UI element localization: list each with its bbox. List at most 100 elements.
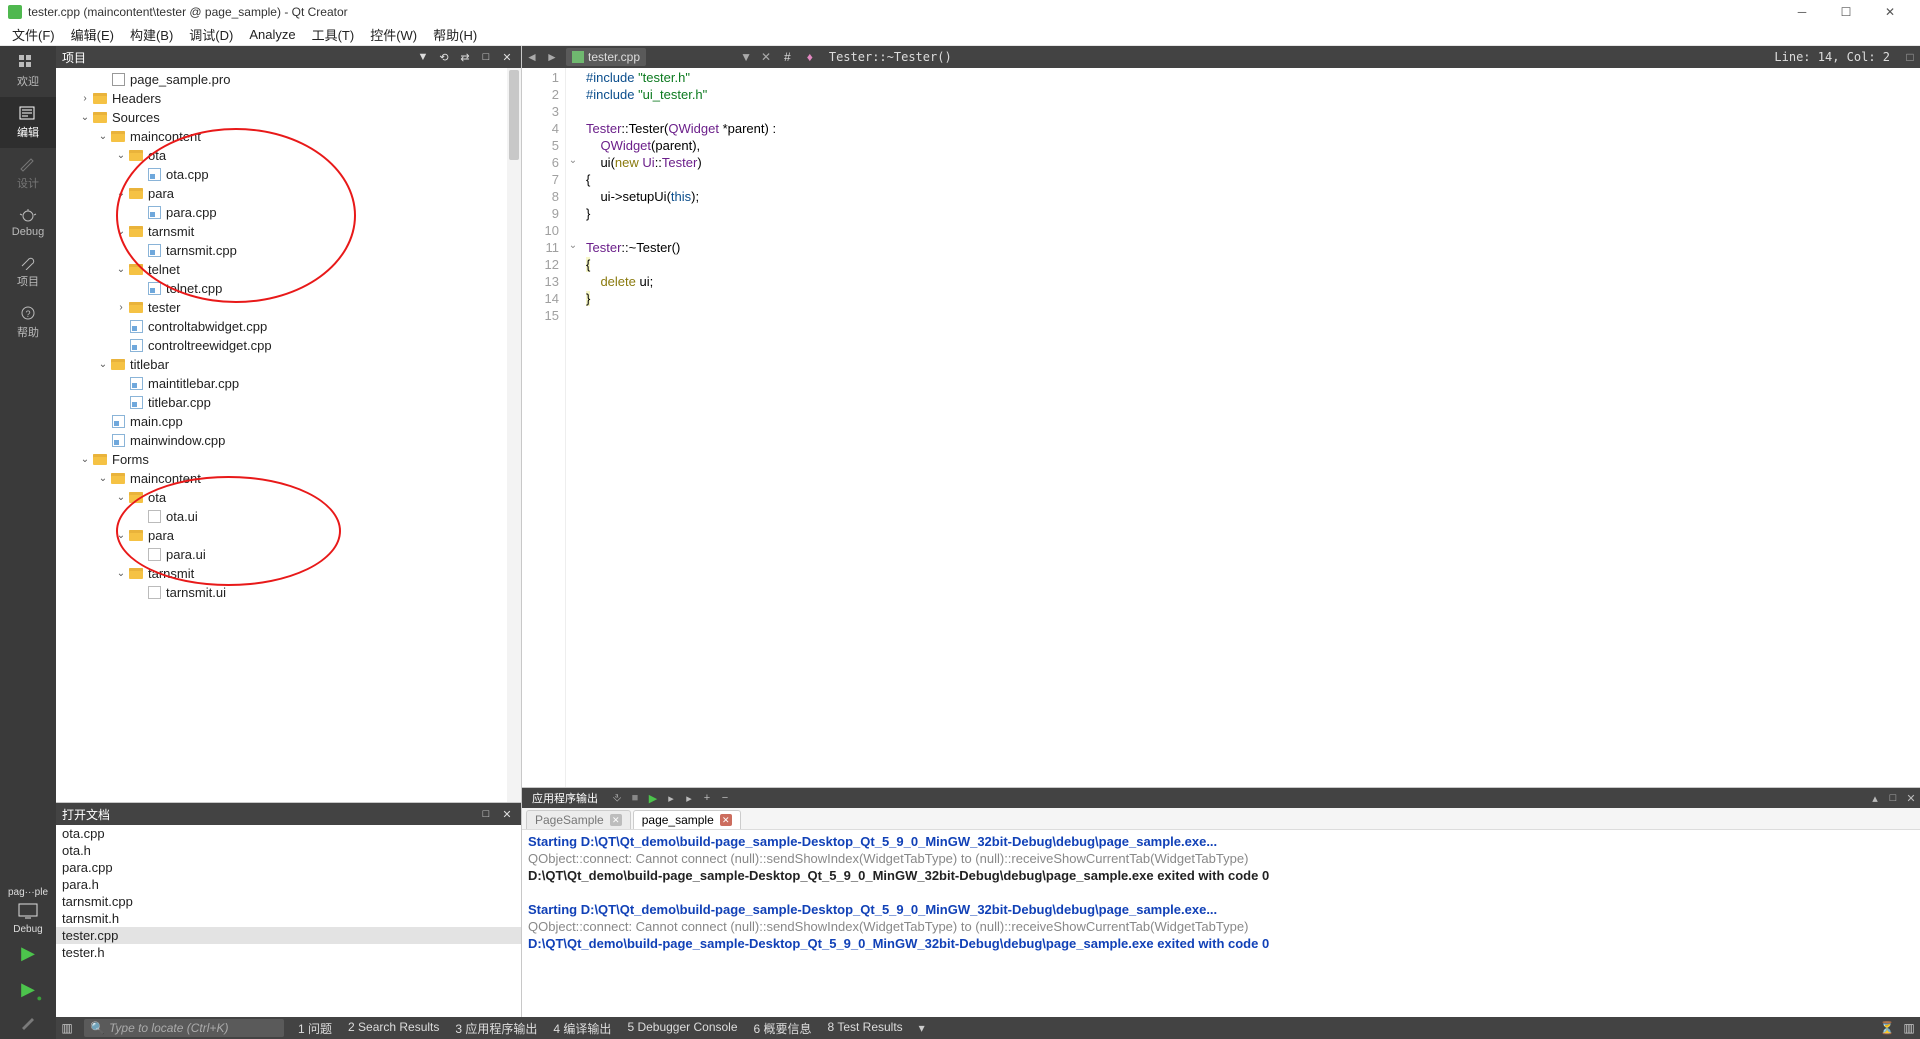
tree-row[interactable]: main.cpp [56, 412, 521, 431]
tree-row[interactable]: para.cpp [56, 203, 521, 222]
tree-expander[interactable]: ⌄ [114, 264, 128, 275]
next-icon[interactable]: ▸ [680, 792, 698, 805]
monitor-icon[interactable] [17, 902, 39, 920]
open-doc-item[interactable]: tarnsmit.h [56, 910, 521, 927]
menu-item[interactable]: 帮助(H) [425, 23, 485, 46]
tree-scrollbar[interactable] [507, 68, 521, 802]
menu-item[interactable]: 调试(D) [181, 23, 241, 46]
open-docs-list[interactable]: ota.cppota.hpara.cpppara.htarnsmit.cppta… [56, 825, 521, 1017]
tree-row[interactable]: ota.ui [56, 507, 521, 526]
tree-row[interactable]: ⌄ota [56, 146, 521, 165]
tree-row[interactable]: controltabwidget.cpp [56, 317, 521, 336]
activity-welcome[interactable]: 欢迎 [0, 46, 56, 97]
menu-item[interactable]: Analyze [241, 25, 303, 44]
status-item[interactable]: 2 Search Results [340, 1020, 447, 1037]
tree-expander[interactable]: ⌄ [78, 112, 92, 123]
minimize-button[interactable]: ─ [1780, 0, 1824, 24]
open-doc-item[interactable]: ota.h [56, 842, 521, 859]
code-editor[interactable]: 123456789101112131415 ⌄⌄ #include "teste… [522, 68, 1920, 787]
open-doc-item[interactable]: para.h [56, 876, 521, 893]
tree-row[interactable]: ⌄Forms [56, 450, 521, 469]
close-button[interactable]: ✕ [1868, 0, 1912, 24]
tree-expander[interactable]: › [78, 93, 92, 104]
tree-row[interactable]: titlebar.cpp [56, 393, 521, 412]
open-doc-item[interactable]: para.cpp [56, 859, 521, 876]
tree-row[interactable]: ⌄maincontent [56, 127, 521, 146]
tree-row[interactable]: ⌄Sources [56, 108, 521, 127]
nav-back-icon[interactable]: ◄ [522, 50, 542, 64]
tree-row[interactable]: tarnsmit.ui [56, 583, 521, 602]
maximize-button[interactable]: ☐ [1824, 0, 1868, 24]
link-icon[interactable]: ⇄ [457, 49, 473, 65]
project-selector[interactable]: pag···ple [2, 885, 54, 900]
build-button[interactable] [16, 1011, 40, 1035]
expand-icon[interactable]: □ [1884, 792, 1902, 805]
output-tab[interactable]: PageSample✕ [526, 810, 631, 829]
tree-expander[interactable]: › [114, 302, 128, 313]
activity-help[interactable]: ? 帮助 [0, 297, 56, 348]
chevron-down-icon[interactable]: ▾ [911, 1021, 933, 1035]
output-body[interactable]: Starting D:\QT\Qt_demo\build-page_sample… [522, 830, 1920, 1017]
status-item[interactable]: 5 Debugger Console [619, 1020, 745, 1037]
activity-edit[interactable]: 编辑 [0, 97, 56, 148]
tree-expander[interactable]: ⌄ [114, 568, 128, 579]
step-icon[interactable]: ▸ [662, 792, 680, 805]
debug-run-button[interactable]: ▶● [16, 977, 40, 1001]
close-file-icon[interactable]: ✕ [756, 50, 776, 64]
breadcrumb-symbol[interactable]: Tester::~Tester() [821, 50, 960, 64]
line-col-indicator[interactable]: Line: 14, Col: 2 [1764, 50, 1900, 64]
tree-expander[interactable]: ⌄ [114, 188, 128, 199]
tree-expander[interactable]: ⌄ [96, 131, 110, 142]
tree-expander[interactable]: ⌄ [96, 473, 110, 484]
tree-row[interactable]: page_sample.pro [56, 70, 521, 89]
nav-fwd-icon[interactable]: ► [542, 50, 562, 64]
tree-row[interactable]: telnet.cpp [56, 279, 521, 298]
menu-item[interactable]: 控件(W) [362, 23, 425, 46]
tree-row[interactable]: ⌄titlebar [56, 355, 521, 374]
tree-row[interactable]: controltreewidget.cpp [56, 336, 521, 355]
filter-icon[interactable]: ⎀ [608, 792, 626, 805]
tree-expander[interactable]: ⌄ [114, 492, 128, 503]
tree-row[interactable]: mainwindow.cpp [56, 431, 521, 450]
close-tab-icon[interactable]: ✕ [610, 814, 622, 826]
open-doc-item[interactable]: tester.cpp [56, 927, 521, 944]
toggle-right-icon[interactable]: ▥ [1898, 1021, 1920, 1035]
status-item[interactable]: 1 问题 [290, 1020, 340, 1037]
fold-column[interactable]: ⌄⌄ [566, 68, 580, 787]
tree-expander[interactable]: ⌄ [114, 150, 128, 161]
project-tree[interactable]: page_sample.pro›Headers⌄Sources⌄maincont… [56, 68, 521, 802]
split-icon[interactable]: □ [478, 806, 494, 822]
build-config[interactable]: Debug [13, 924, 42, 935]
tree-row[interactable]: ›Headers [56, 89, 521, 108]
close-pane-icon[interactable]: ✕ [499, 49, 515, 65]
activity-design[interactable]: 设计 [0, 148, 56, 199]
tree-row[interactable]: ⌄para [56, 526, 521, 545]
menu-item[interactable]: 工具(T) [304, 23, 363, 46]
output-tab[interactable]: page_sample✕ [633, 810, 741, 829]
tree-row[interactable]: ⌄tarnsmit [56, 222, 521, 241]
tree-expander[interactable]: ⌄ [78, 454, 92, 465]
tree-expander[interactable]: ⌄ [114, 226, 128, 237]
minus-icon[interactable]: − [716, 792, 734, 804]
tree-row[interactable]: ⌄ota [56, 488, 521, 507]
open-doc-item[interactable]: ota.cpp [56, 825, 521, 842]
tree-row[interactable]: tarnsmit.cpp [56, 241, 521, 260]
progress-icon[interactable]: ⏳ [1876, 1021, 1898, 1035]
run-icon[interactable]: ▶ [644, 792, 662, 805]
menu-item[interactable]: 编辑(E) [63, 23, 122, 46]
collapse-up-icon[interactable]: ▴ [1866, 792, 1884, 805]
open-doc-item[interactable]: tester.h [56, 944, 521, 961]
activity-debug[interactable]: Debug [0, 199, 56, 246]
tree-row[interactable]: maintitlebar.cpp [56, 374, 521, 393]
open-doc-item[interactable]: tarnsmit.cpp [56, 893, 521, 910]
close-pane-icon[interactable]: ✕ [499, 806, 515, 822]
close-output-icon[interactable]: ✕ [1902, 792, 1920, 805]
toggle-sidebar-icon[interactable]: ▥ [56, 1021, 78, 1035]
filter-icon[interactable]: ▼ [415, 49, 431, 65]
status-item[interactable]: 6 概要信息 [746, 1020, 820, 1037]
menu-item[interactable]: 文件(F) [4, 23, 63, 46]
run-button[interactable]: ▶ [16, 941, 40, 965]
tree-row[interactable]: ⌄telnet [56, 260, 521, 279]
code-body[interactable]: #include "tester.h"#include "ui_tester.h… [580, 68, 1920, 787]
split-icon[interactable]: □ [478, 49, 494, 65]
